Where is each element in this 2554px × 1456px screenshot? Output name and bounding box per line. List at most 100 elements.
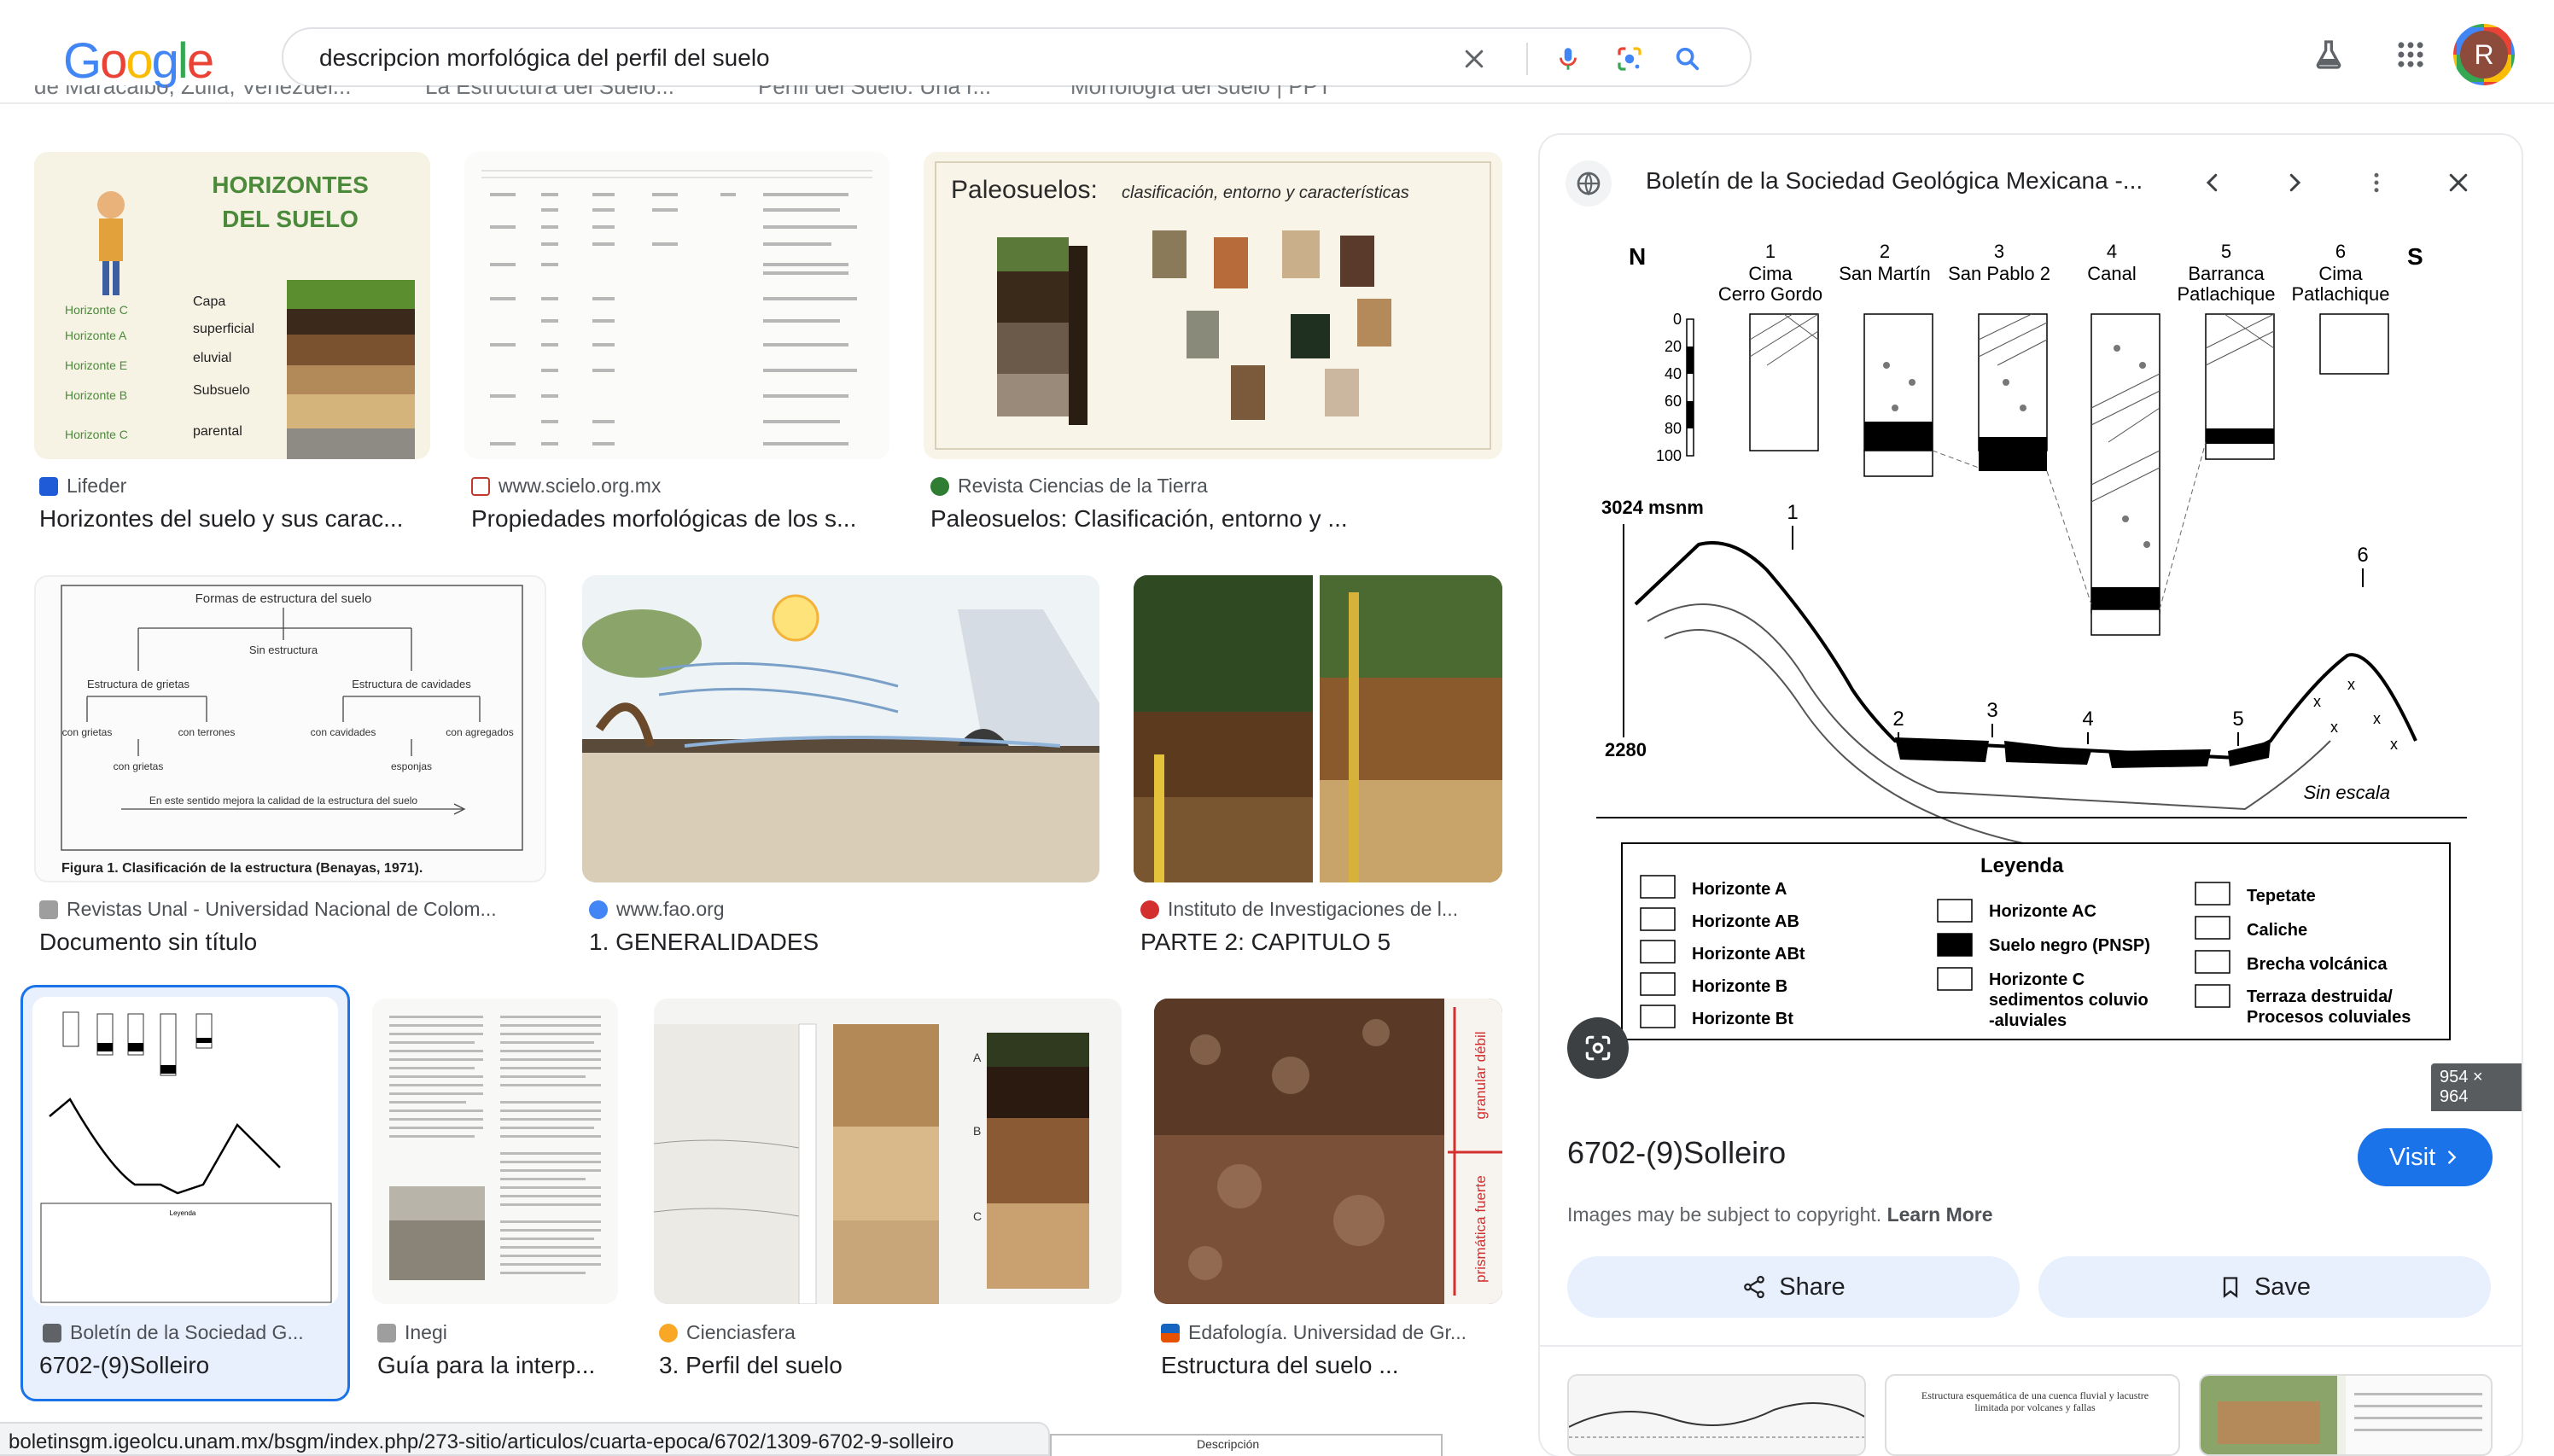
ugr-icon (1161, 1323, 1180, 1342)
depth-tick: 40 (1665, 365, 1682, 382)
result-title[interactable]: Guía para la interp... (377, 1352, 625, 1379)
site-number: 4 (2107, 241, 2117, 262)
save-label: Save (2254, 1273, 2312, 1301)
svg-text:Patlachique: Patlachique (2178, 283, 2276, 305)
related-image[interactable] (1567, 1374, 1866, 1456)
panel-source[interactable]: Boletín de la Sociedad Geológica Mexican… (1646, 167, 2143, 195)
visit-button[interactable]: Visit (2358, 1128, 2493, 1186)
result-thumbnail[interactable]: Leyenda (32, 997, 338, 1306)
result-thumbnail[interactable]: Paleosuelos: clasificación, entorno y ca… (924, 152, 1502, 459)
legend-item: Horizonte AB (1692, 912, 1799, 931)
thumb-heading: HORIZONTES (212, 172, 369, 198)
google-logo[interactable]: Google (63, 32, 214, 90)
lens-icon[interactable] (1612, 41, 1647, 77)
search-input[interactable]: descripcion morfológica del perfil del s… (319, 44, 770, 72)
more-vert-icon[interactable] (2353, 159, 2400, 207)
result-thumbnail[interactable] (372, 999, 618, 1304)
avatar[interactable]: R (2453, 24, 2515, 85)
lens-search-icon[interactable] (1567, 1017, 1629, 1079)
result-title[interactable]: Propiedades morfológicas de los s... (471, 505, 889, 533)
svg-text:B: B (973, 1124, 981, 1138)
close-icon[interactable] (1456, 41, 1492, 77)
close-icon[interactable] (2434, 159, 2482, 207)
result-title[interactable]: 3. Perfil del suelo (659, 1352, 1120, 1379)
apps-grid-icon[interactable] (2387, 31, 2434, 79)
source-name: Inegi (405, 1321, 447, 1343)
result-source[interactable]: www.scielo.org.mx (471, 475, 661, 498)
thumb-heading: Formas de estructura del suelo (195, 591, 372, 606)
related-chips: de Maracaibo, Zulia, Venezuel... La Estr… (0, 85, 1528, 108)
preview-image[interactable]: N S 1 Cima Cerro Gordo 2 San Martín 3 Sa… (1596, 229, 2467, 1236)
chevron-right-icon[interactable] (2271, 159, 2318, 207)
related-image[interactable] (2199, 1374, 2493, 1456)
result-source[interactable]: Inegi (377, 1321, 447, 1344)
save-button[interactable]: Save (2038, 1256, 2491, 1318)
side-label: prismática fuerte (1472, 1175, 1489, 1283)
svg-text:Terraza destruida/: Terraza destruida/ (2247, 987, 2393, 1006)
learn-more-link[interactable]: Learn More (1887, 1203, 1993, 1226)
fao-icon (589, 900, 608, 919)
share-button[interactable]: Share (1567, 1256, 2020, 1318)
flask-icon[interactable] (2305, 31, 2353, 79)
result-title[interactable]: Horizontes del suelo y sus carac... (39, 505, 432, 533)
search-icon[interactable] (1670, 41, 1706, 77)
search-box[interactable]: descripcion morfológica del perfil del s… (282, 27, 1752, 87)
north-label: N (1629, 243, 1646, 270)
mic-icon[interactable] (1550, 41, 1586, 77)
preview-text: Descripción (1197, 1437, 1260, 1451)
legend-item: Horizonte Bt (1692, 1010, 1793, 1028)
result-title[interactable]: 1. GENERALIDADES (589, 929, 1101, 956)
svg-text:C: C (973, 1209, 982, 1223)
result-title[interactable]: Paleosuelos: Clasificación, entorno y ..… (930, 505, 1502, 533)
next-row-thumbnail[interactable]: Descripción (1050, 1434, 1443, 1456)
result-source[interactable]: Revistas Unal - Universidad Nacional de … (39, 898, 497, 921)
bsgm-icon (43, 1323, 61, 1342)
panel-title: 6702-(9)Solleiro (1567, 1135, 1787, 1170)
result-thumbnail[interactable] (464, 152, 889, 459)
legend-item: Suelo negro (PNSP) (1989, 936, 2150, 955)
result-thumbnail[interactable]: A B C (654, 999, 1122, 1304)
svg-text:con terrones: con terrones (178, 726, 236, 738)
depth-tick: 20 (1665, 338, 1682, 355)
legend-item: Brecha volcánica (2247, 955, 2388, 974)
result-source[interactable]: Cienciasfera (659, 1321, 796, 1344)
image-dimensions: 954 × 964 (2431, 1063, 2522, 1111)
chip[interactable]: Morfología del suelo | PPT (1070, 85, 1332, 100)
result-title[interactable]: PARTE 2: CAPITULO 5 (1140, 929, 1507, 956)
chevron-left-icon[interactable] (2189, 159, 2236, 207)
elevation-bottom: 2280 (1605, 739, 1647, 760)
result-thumbnail[interactable] (582, 575, 1099, 882)
svg-text:3: 3 (1986, 699, 1997, 722)
svg-text:x: x (2373, 710, 2381, 727)
result-source[interactable]: www.fao.org (589, 898, 725, 921)
source-name: Boletín de la Sociedad G... (70, 1321, 304, 1343)
related-image[interactable]: Estructura esquemática de una cuenca flu… (1885, 1374, 2180, 1456)
chip[interactable]: La Estructura del Suelo... (425, 85, 674, 100)
result-source[interactable]: Lifeder (39, 475, 126, 498)
site-name: San Pablo 2 (1948, 263, 2050, 284)
avatar-letter: R (2460, 31, 2508, 79)
result-source[interactable]: Boletín de la Sociedad G... (43, 1321, 304, 1344)
unal-icon (39, 900, 58, 919)
result-source[interactable]: Instituto de Investigaciones de l... (1140, 898, 1458, 921)
result-source[interactable]: Revista Ciencias de la Tierra (930, 475, 1208, 498)
result-title[interactable]: Documento sin título (39, 929, 551, 956)
site-number: 6 (2335, 241, 2346, 262)
result-title[interactable]: Estructura del suelo ... (1161, 1352, 1502, 1379)
result-thumbnail[interactable] (1134, 575, 1502, 882)
svg-text:4: 4 (2082, 708, 2093, 731)
svg-text:con grietas: con grietas (62, 726, 113, 738)
result-thumbnail[interactable]: granular débil prismática fuerte (1154, 999, 1502, 1304)
chip[interactable]: de Maracaibo, Zulia, Venezuel... (34, 85, 351, 100)
horizon-label: Horizonte E (65, 358, 127, 372)
source-name: Revistas Unal - Universidad Nacional de … (67, 898, 497, 920)
source-name: www.scielo.org.mx (499, 475, 662, 497)
result-thumbnail[interactable]: Formas de estructura del suelo Sin estru… (34, 575, 546, 882)
related-caption: Estructura esquemática de una cuenca flu… (1921, 1389, 2149, 1413)
bookmark-icon (2223, 1277, 2238, 1298)
result-thumbnail[interactable]: HORIZONTES DEL SUELO Horizonte C Horizon… (34, 152, 430, 459)
chip[interactable]: Perfil del Suelo: Una r... (758, 85, 991, 100)
result-title[interactable]: 6702-(9)Solleiro (39, 1352, 347, 1379)
result-source[interactable]: Edafología. Universidad de Gr... (1161, 1321, 1467, 1344)
chevron-right-icon (2448, 1150, 2457, 1164)
